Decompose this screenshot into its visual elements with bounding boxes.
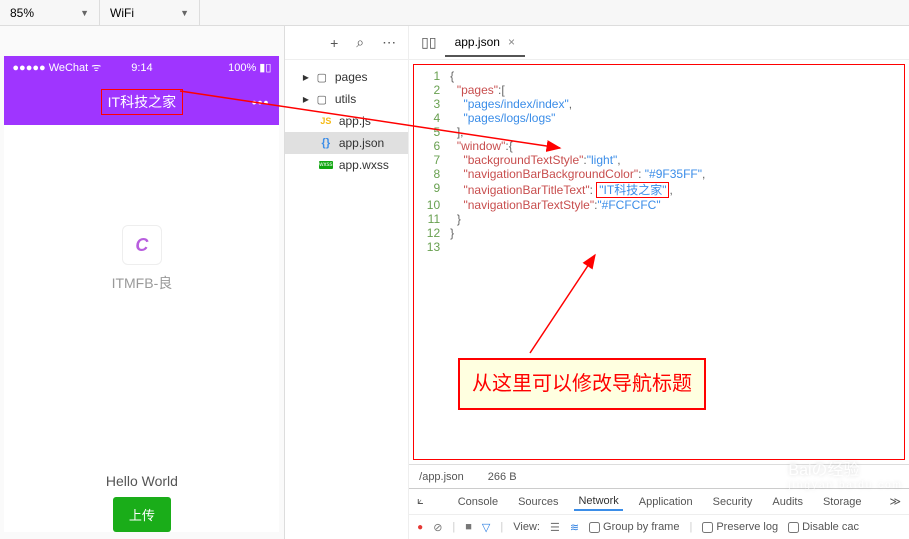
more-icon[interactable]: ≫ [889,495,901,508]
simulator-pane: ●●●●● WeChat ᯤ 9:14 100% ▮▯ IT科技之家 ••• C… [0,26,285,539]
file-tree-toolbar: + ⌕ ⋯ [285,26,408,60]
inspect-icon[interactable]: ⟀ [417,495,424,508]
devtools-panel: ⟀ Console Sources Network Application Se… [409,488,909,539]
status-left: ●●●●● WeChat ᯤ [12,60,101,75]
group-by-frame-checkbox[interactable]: Group by frame [589,521,679,533]
status-right: 100% ▮▯ [228,61,271,74]
filter-icon[interactable]: ▽ [482,521,490,534]
tab-console[interactable]: Console [454,494,502,510]
js-file-icon: JS [319,116,333,126]
upload-button[interactable]: 上传 [113,497,171,532]
devtools-toolbar: ● ⊘ | ■ ▽ | View: ☰ ≋ Group by frame | P… [409,515,909,539]
disable-cache-checkbox[interactable]: Disable cac [788,521,859,533]
chevron-right-icon: ▸ [303,92,309,106]
chevron-down-icon: ▼ [80,8,89,18]
more-icon[interactable]: ••• [252,94,270,110]
folder-utils[interactable]: ▸▢utils [285,88,408,110]
camera-icon[interactable]: ■ [465,521,472,533]
zoom-value: 85% [10,6,34,20]
tab-app-json[interactable]: app.json × [445,29,525,57]
devtools-tabs: ⟀ Console Sources Network Application Se… [409,489,909,515]
editor-tabs: ▯▯ app.json × [409,26,909,60]
chevron-down-icon: ▼ [180,8,189,18]
tab-sources[interactable]: Sources [514,494,562,510]
search-icon[interactable]: ⌕ [356,34,364,51]
more-icon[interactable]: ⋯ [382,34,396,51]
chevron-right-icon: ▸ [303,70,309,84]
network-select[interactable]: WiFi ▼ [100,0,200,25]
tab-application[interactable]: Application [635,494,697,510]
close-icon[interactable]: × [508,35,515,49]
large-view-icon[interactable]: ☰ [550,521,560,534]
add-icon[interactable]: + [330,35,338,51]
folder-pages[interactable]: ▸▢pages [285,66,408,88]
file-tree-pane: + ⌕ ⋯ ▸▢pages ▸▢utils JSapp.js {}app.jso… [285,26,409,539]
file-app-json[interactable]: {}app.json [285,132,408,154]
annotation-callout: 从这里可以修改导航标题 [458,358,706,410]
folder-icon: ▢ [315,93,329,106]
json-file-icon: {} [319,137,333,149]
tab-label: app.json [455,35,500,49]
app-logo: C [122,225,162,265]
file-tree: ▸▢pages ▸▢utils JSapp.js {}app.json wxss… [285,60,408,182]
clear-icon[interactable]: ⊘ [433,521,442,534]
tab-security[interactable]: Security [709,494,757,510]
file-path: /app.json [419,471,464,483]
status-bar: ●●●●● WeChat ᯤ 9:14 100% ▮▯ [4,56,279,79]
wxss-file-icon: wxss [319,161,333,169]
top-toolbar: 85% ▼ WiFi ▼ [0,0,909,26]
highlighted-title-value: "IT科技之家" [596,182,669,198]
status-time: 9:14 [131,62,152,74]
file-app-wxss[interactable]: wxssapp.wxss [285,154,408,176]
waterfall-icon[interactable]: ≋ [570,521,579,534]
logo-caption: ITMFB-良 [4,273,279,293]
record-icon[interactable]: ● [417,522,423,533]
hello-text: Hello World [4,473,279,489]
tab-network[interactable]: Network [574,493,622,511]
file-app-js[interactable]: JSapp.js [285,110,408,132]
zoom-select[interactable]: 85% ▼ [0,0,100,25]
navigation-bar: IT科技之家 ••• [4,79,279,125]
folder-icon: ▢ [315,71,329,84]
phone-simulator: ●●●●● WeChat ᯤ 9:14 100% ▮▯ IT科技之家 ••• C… [4,56,279,532]
nav-title: IT科技之家 [101,89,183,115]
split-icon[interactable]: ▯▯ [413,34,444,51]
tab-audits[interactable]: Audits [768,494,807,510]
file-size: 266 B [488,471,517,483]
watermark: Baiの经验 jingyan.baidu.com [788,456,903,491]
view-label: View: [513,521,540,533]
preserve-log-checkbox[interactable]: Preserve log [702,521,778,533]
network-value: WiFi [110,6,134,20]
tab-storage[interactable]: Storage [819,494,866,510]
